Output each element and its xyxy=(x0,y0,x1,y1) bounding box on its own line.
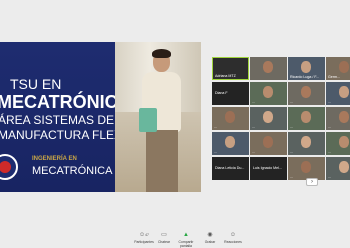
participant-video-face xyxy=(339,61,349,73)
participant-tile[interactable]: Luis Ignacio Mel... xyxy=(250,157,287,180)
participant-tile[interactable]: ... xyxy=(212,107,249,130)
share-screen-button[interactable]: ▲ Compartir pantalla xyxy=(174,232,198,248)
reactions-button[interactable]: ☺ Reacciones xyxy=(221,232,245,244)
participant-name: ... xyxy=(252,150,255,154)
participant-name: Diana Leticia Du... xyxy=(215,166,245,170)
participant-tile[interactable]: Diana F xyxy=(212,82,249,105)
participant-video-face xyxy=(339,86,349,98)
participant-tile[interactable]: ... xyxy=(326,157,350,180)
participant-name: ... xyxy=(252,125,255,129)
participant-name: Germ... xyxy=(328,75,340,79)
participant-video-face xyxy=(301,86,311,98)
participant-tile[interactable]: ... xyxy=(212,132,249,155)
slide-student-photo xyxy=(115,42,201,192)
participant-name: ... xyxy=(290,125,293,129)
participant-tile[interactable]: ... xyxy=(326,82,350,105)
participant-tile[interactable]: ... xyxy=(326,132,350,155)
participant-video-face xyxy=(263,86,273,98)
participant-tile[interactable]: Germ... xyxy=(326,57,350,80)
participant-name: ... xyxy=(328,175,331,179)
participant-tile[interactable]: ... xyxy=(250,107,287,130)
participant-name: ... xyxy=(252,100,255,104)
participant-video-face xyxy=(225,111,235,123)
participant-name: ... xyxy=(328,100,331,104)
participant-video-face xyxy=(225,136,235,148)
participant-name: ... xyxy=(214,125,217,129)
participant-video-face xyxy=(263,61,273,73)
participant-name: ... xyxy=(290,175,293,179)
participant-video-face xyxy=(339,161,349,173)
share-screen-icon: ▲ xyxy=(183,232,189,238)
participant-name: ... xyxy=(290,100,293,104)
participant-tile[interactable]: ... xyxy=(288,107,325,130)
shared-screen-slide: TSU EN MECATRÓNICA ÁREA SISTEMAS DE MANU… xyxy=(0,42,201,192)
participant-tile[interactable]: Diana Leticia Du... xyxy=(212,157,249,180)
participant-name: Diana F xyxy=(215,91,228,95)
participant-name: ... xyxy=(328,125,331,129)
participant-video-face xyxy=(339,111,349,123)
participant-tile[interactable] xyxy=(250,57,287,80)
participant-name: Luis Ignacio Mel... xyxy=(253,166,282,170)
participant-name: Adriana MTZ xyxy=(215,74,236,78)
participant-tile[interactable]: ... xyxy=(288,82,325,105)
participant-video-face xyxy=(263,111,273,123)
participant-tile[interactable]: ... xyxy=(288,132,325,155)
chat-icon: ▭ xyxy=(161,232,167,238)
meeting-toolbar: ☺47 Participantes ▭ Chatear ▲ Compartir … xyxy=(0,226,350,248)
participant-tile[interactable]: Adriana MTZ xyxy=(212,57,249,80)
record-button[interactable]: ◉ Grabar xyxy=(198,232,222,244)
participant-video-face xyxy=(301,161,311,173)
participant-name: ... xyxy=(328,150,331,154)
participant-video-face xyxy=(339,136,349,148)
participant-name: ... xyxy=(214,150,217,154)
reactions-icon: ☺ xyxy=(229,232,237,238)
chat-button[interactable]: ▭ Chatear xyxy=(152,232,176,244)
participant-tile[interactable]: ... xyxy=(250,82,287,105)
participant-video-face xyxy=(301,61,311,73)
slide-title-line2: MECATRÓNICA xyxy=(0,92,131,112)
zoom-meeting-window: TSU EN MECATRÓNICA ÁREA SISTEMAS DE MANU… xyxy=(0,0,350,248)
participant-video-face xyxy=(301,111,311,123)
program-label: MECATRÓNICA xyxy=(32,165,113,177)
participant-tile[interactable]: Ricardo Luga / F... xyxy=(288,57,325,80)
slide-title-line3: ÁREA SISTEMAS DE xyxy=(0,113,115,127)
participant-tile[interactable]: ... xyxy=(326,107,350,130)
record-icon: ◉ xyxy=(207,232,213,238)
participant-video-face xyxy=(301,136,311,148)
gallery-next-page-button[interactable]: › xyxy=(306,178,318,186)
participant-tile[interactable]: ... xyxy=(288,157,325,180)
slide-title-line1: TSU EN xyxy=(10,76,62,92)
engineering-label: INGENIERÍA EN xyxy=(32,156,77,162)
participant-name: ... xyxy=(290,150,293,154)
slide-text-panel: TSU EN MECATRÓNICA ÁREA SISTEMAS DE MANU… xyxy=(0,42,148,192)
participant-video-face xyxy=(263,136,273,148)
participant-tile[interactable]: ... xyxy=(250,132,287,155)
participant-name: Ricardo Luga / F... xyxy=(290,75,320,79)
university-logo xyxy=(0,154,18,180)
